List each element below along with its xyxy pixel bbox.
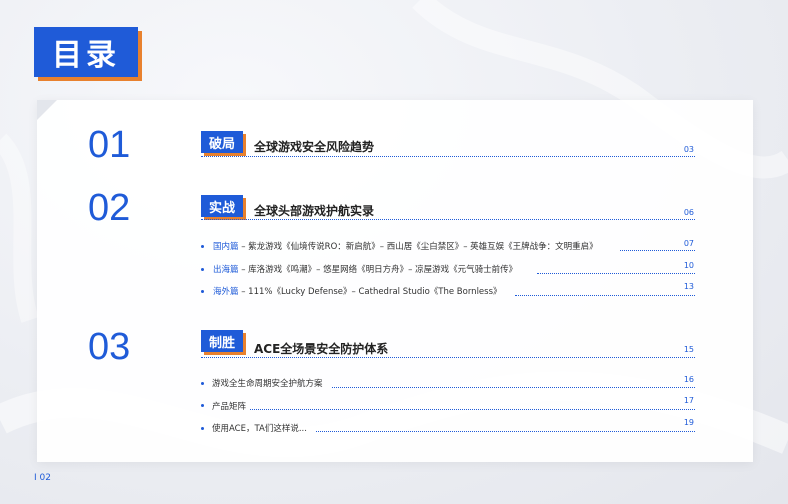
item-page: 13: [683, 282, 694, 291]
list-item[interactable]: 国内篇 – 紫龙游戏《仙境传说RO：新启航》– 西山居《尘白禁区》– 英雄互娱《…: [213, 240, 598, 252]
dotted-leader: [332, 387, 695, 388]
item-page: 10: [683, 261, 694, 270]
item-text: – 库洛游戏《鸣潮》– 悠星网络《明日方舟》– 凉屋游戏《元气骑士前传》: [238, 265, 518, 275]
dotted-leader: [316, 431, 695, 432]
dotted-leader: [201, 357, 695, 358]
item-page: 07: [683, 239, 694, 248]
section-number: 02: [88, 187, 131, 229]
bullet-icon: [201, 382, 204, 385]
item-page: 19: [683, 418, 694, 427]
bullet-icon: [201, 268, 204, 271]
section-tag: 实战: [201, 195, 243, 217]
item-text: – 111%《Lucky Defense》– Cathedral Studio《…: [238, 287, 502, 297]
item-page: 17: [683, 396, 694, 405]
bullet-icon: [201, 404, 204, 407]
section-page: 15: [683, 345, 694, 354]
list-item[interactable]: 出海篇 – 库洛游戏《鸣潮》– 悠星网络《明日方舟》– 凉屋游戏《元气骑士前传》: [213, 263, 517, 275]
item-label: 国内篇: [213, 242, 239, 252]
dotted-leader: [537, 273, 695, 274]
item-label: 出海篇: [213, 265, 239, 275]
dotted-leader: [201, 156, 695, 157]
bullet-icon: [201, 427, 204, 430]
bullet-icon: [201, 245, 204, 248]
section-title[interactable]: ACE全场景安全防护体系: [254, 340, 388, 357]
page-title: 目录: [34, 27, 138, 77]
dotted-leader: [620, 250, 695, 251]
item-label: 海外篇: [213, 287, 239, 297]
toc-card: [37, 100, 753, 462]
item-text: – 紫龙游戏《仙境传说RO：新启航》– 西山居《尘白禁区》– 英雄互娱《王牌战争…: [238, 242, 598, 252]
item-page: 16: [683, 375, 694, 384]
section-title[interactable]: 全球头部游戏护航实录: [254, 202, 374, 219]
section-tag: 制胜: [201, 330, 243, 352]
dotted-leader: [201, 219, 695, 220]
dotted-leader: [515, 295, 695, 296]
list-item[interactable]: 海外篇 – 111%《Lucky Defense》– Cathedral Stu…: [213, 285, 502, 297]
card-corner: [37, 100, 57, 120]
footer-page-number: I 02: [34, 473, 51, 483]
list-item[interactable]: 产品矩阵: [212, 400, 246, 412]
list-item[interactable]: 使用ACE，TA们这样说...: [212, 422, 307, 434]
section-number: 03: [88, 326, 131, 368]
section-page: 03: [683, 145, 694, 154]
section-tag: 破局: [201, 131, 243, 153]
list-item[interactable]: 游戏全生命周期安全护航方案: [212, 377, 323, 389]
section-title[interactable]: 全球游戏安全风险趋势: [254, 138, 374, 155]
bullet-icon: [201, 290, 204, 293]
dotted-leader: [250, 409, 695, 410]
section-page: 06: [683, 208, 694, 217]
section-number: 01: [88, 124, 131, 166]
